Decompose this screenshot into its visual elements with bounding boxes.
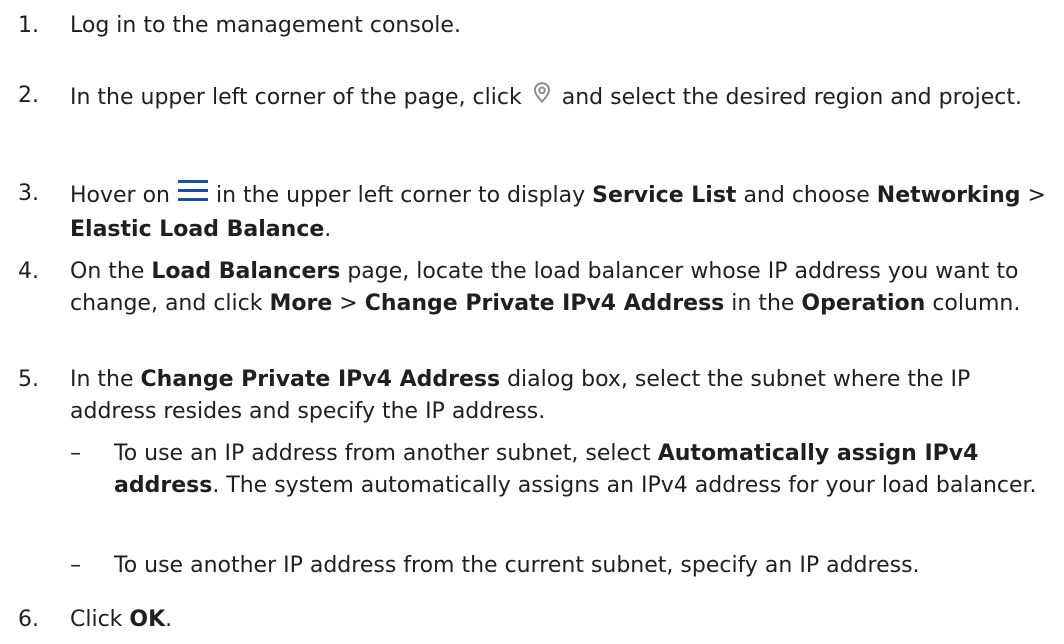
step-text: Log in to the management console. bbox=[70, 13, 461, 38]
step-2: 2. In the upper left corner of the page,… bbox=[18, 80, 1058, 116]
step-1: 1. Log in to the management console. bbox=[18, 10, 1058, 42]
substep-1: – To use an IP address from another subn… bbox=[70, 438, 1060, 502]
step-6: 6. Click OK. bbox=[18, 604, 1058, 636]
bullet-dash: – bbox=[70, 441, 81, 466]
step-3: 3. Hover on in the upper left corner to … bbox=[18, 178, 1058, 246]
step-4: 4. On the Load Balancers page, locate th… bbox=[18, 256, 1058, 320]
step-number: 5. bbox=[18, 367, 39, 392]
step-number: 1. bbox=[18, 13, 39, 38]
substep-text: To use an IP address from another subnet… bbox=[114, 441, 1037, 498]
step-text: On the Load Balancers page, locate the l… bbox=[70, 259, 1021, 316]
hamburger-menu-icon bbox=[177, 178, 209, 214]
step-text: In the Change Private IPv4 Address dialo… bbox=[70, 367, 971, 424]
bullet-dash: – bbox=[70, 553, 81, 578]
step-5: 5. In the Change Private IPv4 Address di… bbox=[18, 364, 1058, 428]
step-text: In the upper left corner of the page, cl… bbox=[70, 80, 1058, 116]
step-number: 6. bbox=[18, 607, 39, 632]
substep-2: – To use another IP address from the cur… bbox=[70, 550, 1060, 582]
step-text: Click OK. bbox=[70, 607, 173, 632]
step-text: Hover on in the upper left corner to dis… bbox=[70, 178, 1058, 246]
substep-text: To use another IP address from the curre… bbox=[114, 553, 920, 578]
step-number: 2. bbox=[18, 83, 39, 108]
step-number: 4. bbox=[18, 259, 39, 284]
step-number: 3. bbox=[18, 181, 39, 206]
location-pin-icon bbox=[529, 80, 555, 116]
